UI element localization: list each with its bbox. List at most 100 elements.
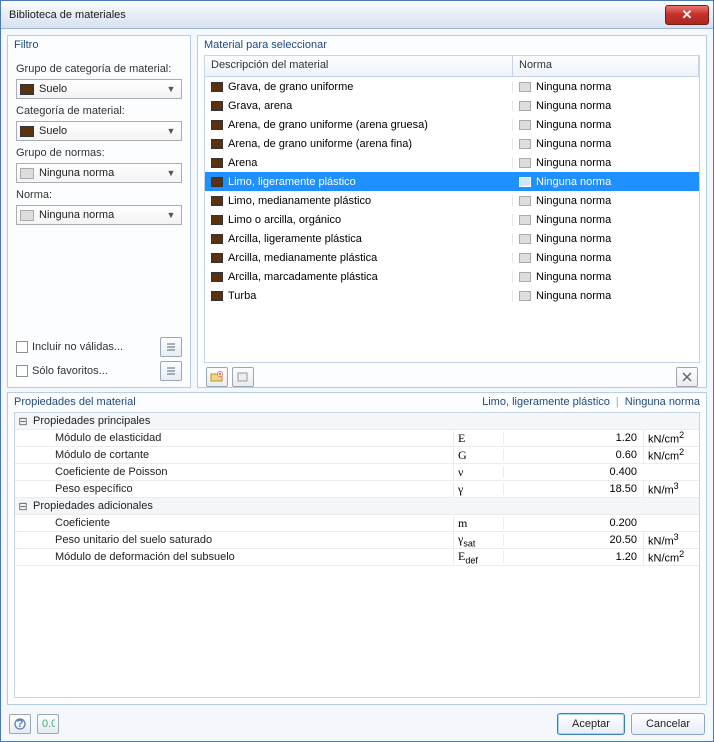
- soil-swatch-icon: [211, 158, 223, 168]
- norm-swatch-icon: [519, 120, 531, 130]
- property-name: Peso unitario del suelo saturado: [53, 534, 453, 546]
- property-symbol: γ: [453, 482, 503, 497]
- material-norm: Ninguna norma: [536, 119, 611, 131]
- edit-material-button[interactable]: [232, 367, 254, 387]
- list-icon: [165, 341, 177, 353]
- window-title: Biblioteca de materiales: [9, 9, 665, 21]
- include-invalid-options-button[interactable]: [160, 337, 182, 357]
- property-value[interactable]: 20.50: [503, 534, 643, 546]
- material-desc: Limo, medianamente plástico: [228, 195, 371, 207]
- soil-swatch-icon: [211, 215, 223, 225]
- property-group[interactable]: ⊟Propiedades principales: [15, 413, 699, 430]
- dialog-window: Biblioteca de materiales ✕ Filtro Grupo …: [0, 0, 714, 742]
- norm-swatch-icon: [519, 196, 531, 206]
- col-norm[interactable]: Norma: [513, 56, 699, 76]
- property-value[interactable]: 0.60: [503, 449, 643, 461]
- property-row: Coeficiente de Poissonν0.400: [15, 464, 699, 481]
- help-button[interactable]: ?: [9, 714, 31, 734]
- ok-button[interactable]: Aceptar: [557, 713, 625, 735]
- new-material-button[interactable]: [206, 367, 228, 387]
- collapse-icon[interactable]: ⊟: [15, 500, 31, 513]
- material-row[interactable]: Limo, medianamente plásticoNinguna norma: [205, 191, 699, 210]
- property-value[interactable]: 1.20: [503, 432, 643, 444]
- material-row[interactable]: Arena, de grano uniforme (arena fina) Nin…: [205, 134, 699, 153]
- close-button[interactable]: ✕: [665, 5, 709, 25]
- properties-grid[interactable]: ⊟Propiedades principalesMódulo de elasti…: [14, 412, 700, 698]
- category-combo[interactable]: Suelo ▼: [16, 121, 182, 141]
- material-desc: Arena, de grano uniforme (arena fina): [228, 138, 412, 150]
- material-select-panel: Material para seleccionar Descripción de…: [197, 35, 707, 388]
- favorites-only-checkbox[interactable]: [16, 365, 28, 377]
- material-row[interactable]: TurbaNinguna norma: [205, 286, 699, 305]
- material-norm: Ninguna norma: [536, 100, 611, 112]
- material-row[interactable]: Arena, de grano uniforme (arena gruesa)N…: [205, 115, 699, 134]
- material-row[interactable]: Arcilla, marcadamente plásticaNinguna no…: [205, 267, 699, 286]
- property-symbol: m: [453, 516, 503, 531]
- property-symbol: E: [453, 431, 503, 446]
- material-row[interactable]: Arcilla, medianamente plásticaNinguna no…: [205, 248, 699, 267]
- property-value[interactable]: 18.50: [503, 483, 643, 495]
- property-value[interactable]: 1.20: [503, 551, 643, 563]
- properties-title: Propiedades del material: [14, 396, 136, 408]
- norm-swatch-icon: [519, 82, 531, 92]
- material-row[interactable]: Limo o arcilla, orgánico Ninguna norma: [205, 210, 699, 229]
- material-list[interactable]: Grava, de grano uniformeNinguna normaGra…: [204, 77, 700, 363]
- material-norm: Ninguna norma: [536, 214, 611, 226]
- units-button[interactable]: 0.00: [37, 714, 59, 734]
- material-row[interactable]: Grava, arenaNinguna norma: [205, 96, 699, 115]
- property-row: Coeficientem0.200: [15, 515, 699, 532]
- group-category-combo[interactable]: Suelo ▼: [16, 79, 182, 99]
- edit-icon: [237, 371, 249, 383]
- favorites-options-button[interactable]: [160, 361, 182, 381]
- material-norm: Ninguna norma: [536, 176, 611, 188]
- material-norm: Ninguna norma: [536, 81, 611, 93]
- material-row[interactable]: Arena Ninguna norma: [205, 153, 699, 172]
- property-value[interactable]: 0.400: [503, 466, 643, 478]
- norm-swatch-icon: [519, 291, 531, 301]
- material-row[interactable]: Limo, ligeramente plásticoNinguna norma: [205, 172, 699, 191]
- soil-swatch-icon: [211, 82, 223, 92]
- dialog-button-row: ? 0.00 Aceptar Cancelar: [7, 709, 707, 735]
- soil-swatch-icon: [211, 120, 223, 130]
- property-unit: kN/m3: [643, 532, 699, 548]
- svg-text:0.00: 0.00: [42, 718, 55, 730]
- property-symbol: Edef: [453, 549, 503, 565]
- none-swatch-icon: [20, 168, 34, 179]
- material-list-header: Descripción del material Norma: [204, 55, 700, 77]
- material-row[interactable]: Arcilla, ligeramente plásticaNinguna nor…: [205, 229, 699, 248]
- units-icon: 0.00: [41, 718, 55, 730]
- delete-icon: [681, 371, 693, 383]
- group-label: Propiedades adicionales: [31, 500, 453, 512]
- collapse-icon[interactable]: ⊟: [15, 415, 31, 428]
- norm-swatch-icon: [519, 101, 531, 111]
- property-row: Peso unitario del suelo saturadoγsat20.5…: [15, 532, 699, 549]
- soil-swatch-icon: [211, 234, 223, 244]
- material-norm: Ninguna norma: [536, 138, 611, 150]
- properties-panel: Propiedades del material Limo, ligeramen…: [7, 392, 707, 705]
- property-group[interactable]: ⊟Propiedades adicionales: [15, 498, 699, 515]
- material-norm: Ninguna norma: [536, 157, 611, 169]
- property-name: Coeficiente: [53, 517, 453, 529]
- property-symbol: G: [453, 448, 503, 463]
- property-symbol: γsat: [453, 532, 503, 548]
- filter-title: Filtro: [8, 36, 190, 55]
- material-desc: Limo o arcilla, orgánico: [228, 214, 341, 226]
- col-description[interactable]: Descripción del material: [205, 56, 513, 76]
- delete-material-button[interactable]: [676, 367, 698, 387]
- material-norm: Ninguna norma: [536, 290, 611, 302]
- include-invalid-checkbox[interactable]: [16, 341, 28, 353]
- content-area: Filtro Grupo de categoría de material: S…: [1, 29, 713, 741]
- group-label: Propiedades principales: [31, 415, 453, 427]
- norm-label: Norma:: [16, 189, 182, 201]
- norm-combo[interactable]: Ninguna norma ▼: [16, 205, 182, 225]
- norm-group-label: Grupo de normas:: [16, 147, 182, 159]
- material-row[interactable]: Grava, de grano uniforme Ninguna norma: [205, 77, 699, 96]
- property-name: Módulo de deformación del subsuelo: [53, 551, 453, 563]
- property-value[interactable]: 0.200: [503, 517, 643, 529]
- norm-group-combo[interactable]: Ninguna norma ▼: [16, 163, 182, 183]
- property-name: Módulo de cortante: [53, 449, 453, 461]
- material-select-title: Material para seleccionar: [198, 36, 706, 55]
- material-desc: Grava, de grano uniforme: [228, 81, 353, 93]
- cancel-button[interactable]: Cancelar: [631, 713, 705, 735]
- material-desc: Arena: [228, 157, 257, 169]
